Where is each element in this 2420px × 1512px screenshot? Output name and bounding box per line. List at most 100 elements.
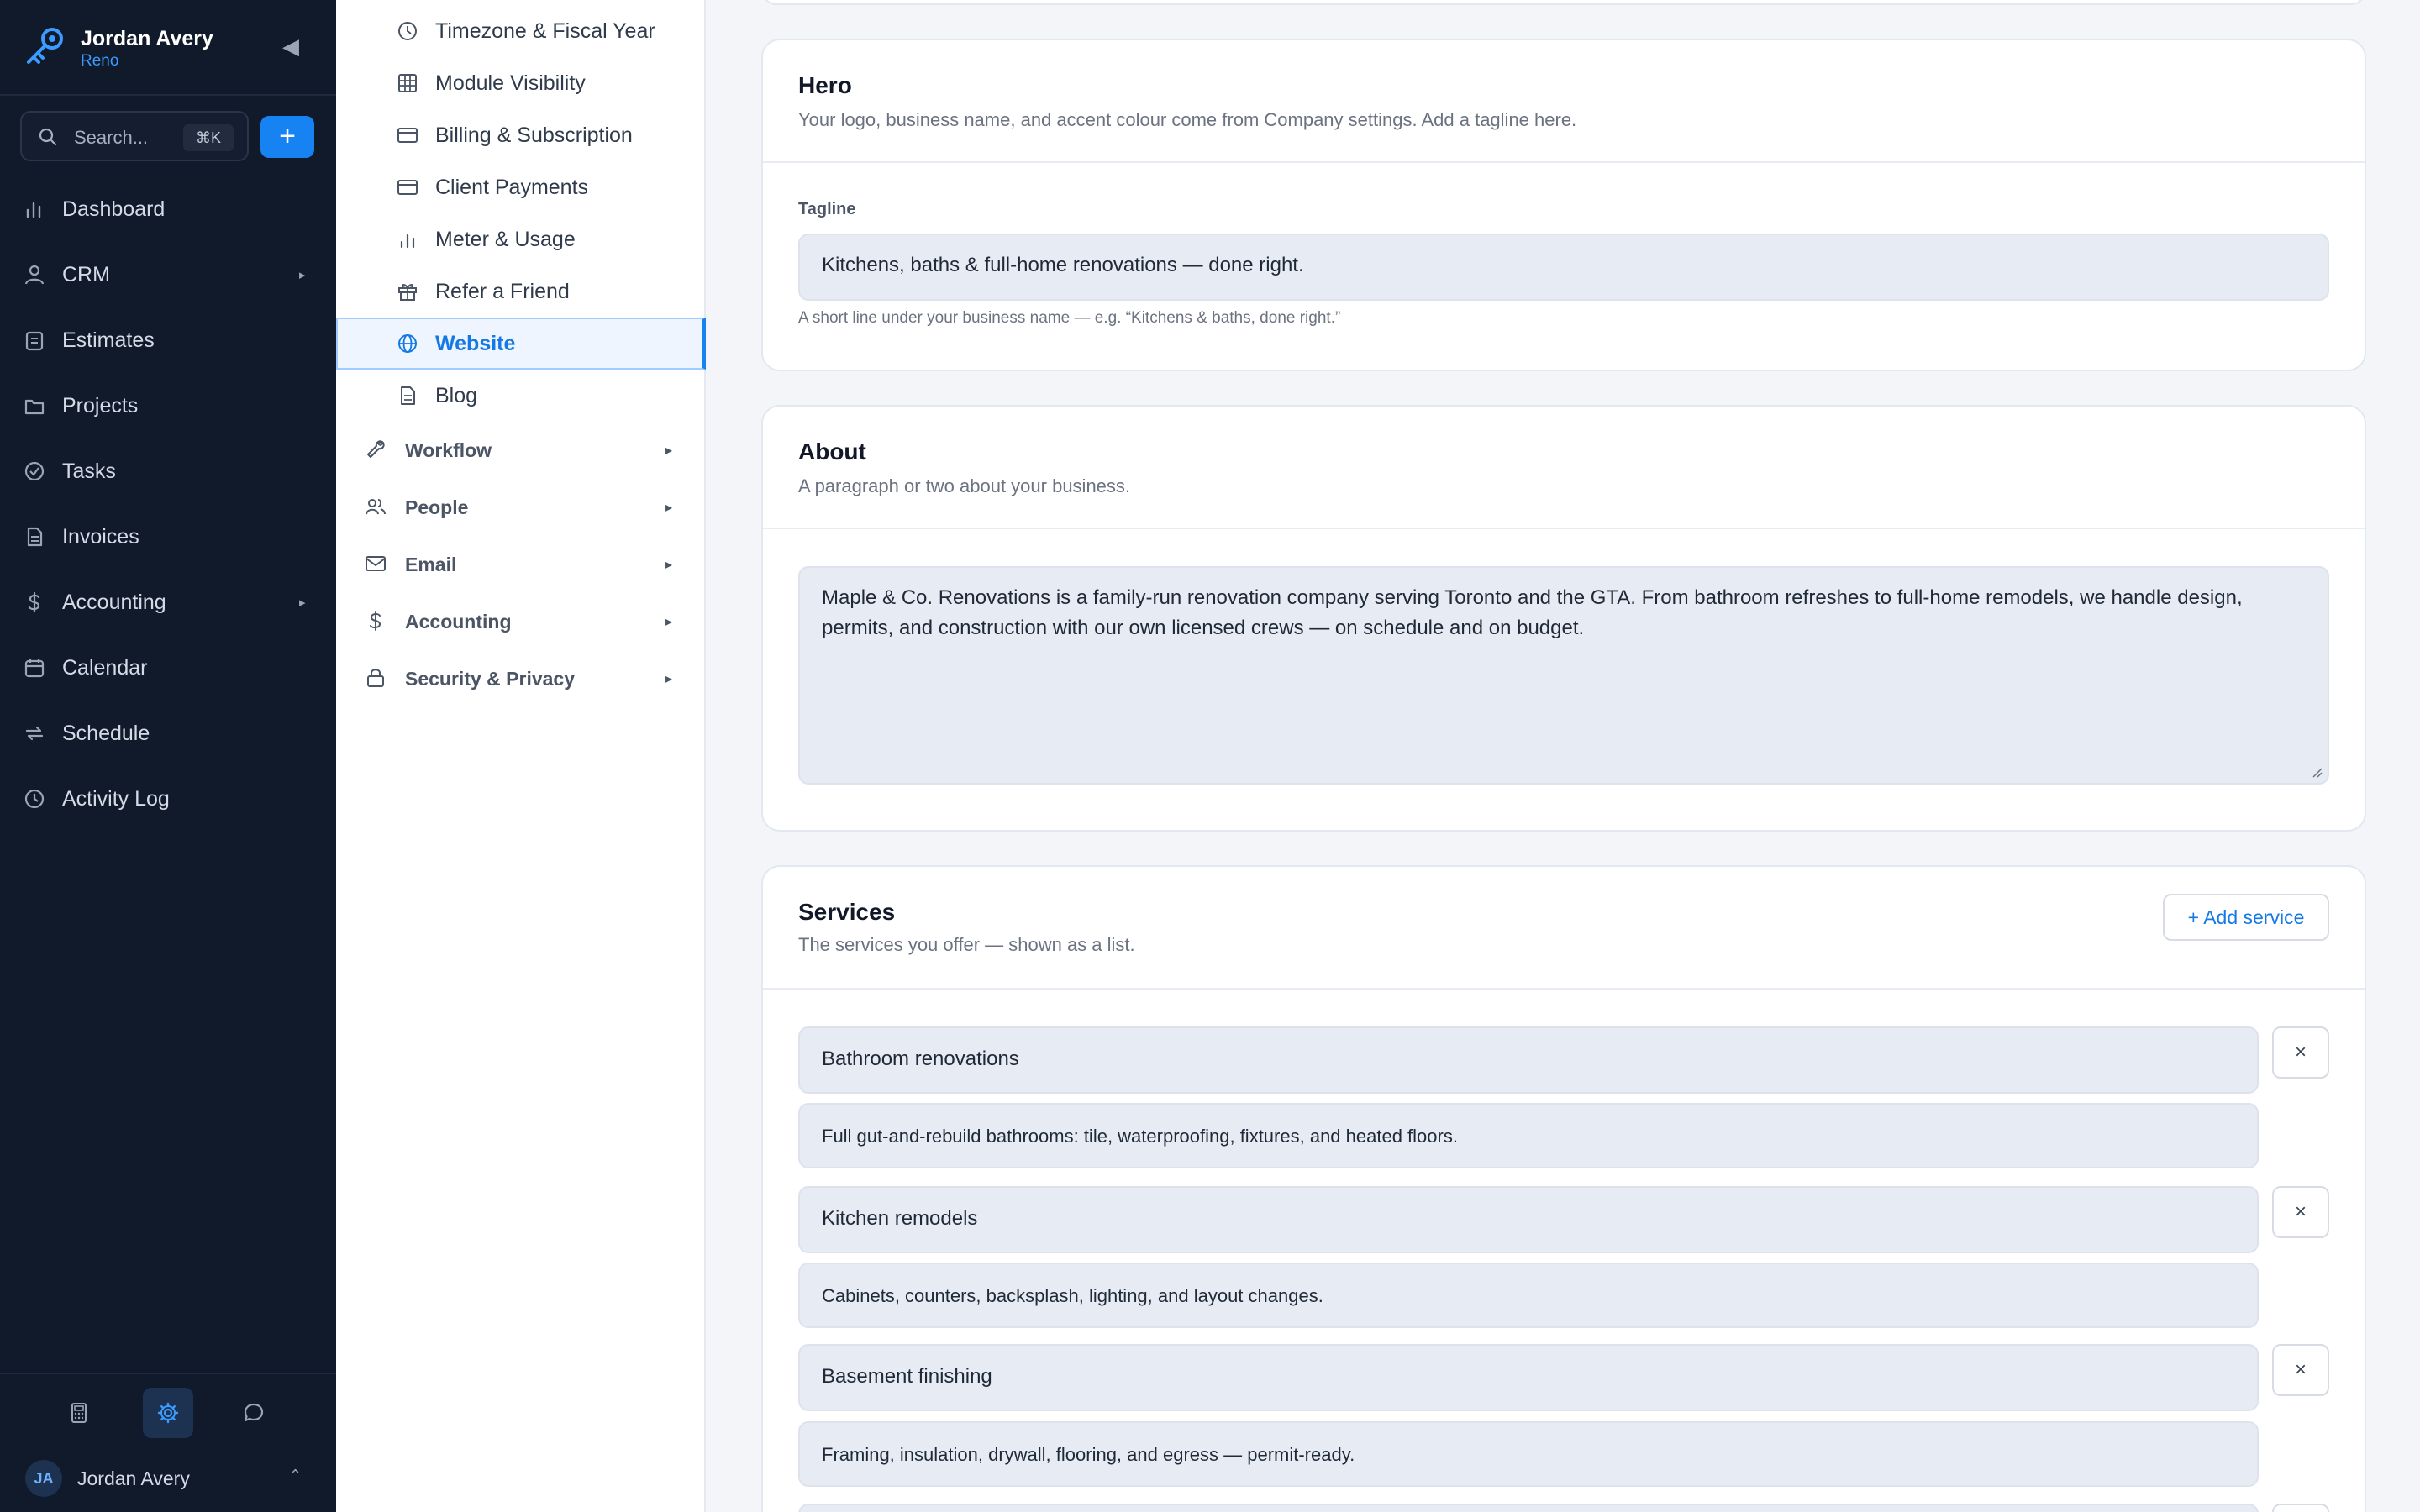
search-placeholder: Search... bbox=[74, 127, 149, 148]
services-title: Services bbox=[798, 899, 896, 925]
subnav-group-people[interactable]: People ▸ bbox=[336, 479, 706, 536]
about-card: About A paragraph or two about your busi… bbox=[761, 405, 2366, 832]
nav-item-crm[interactable]: CRM ▸ bbox=[0, 242, 336, 307]
tagline-value: Kitchens, baths & full-home renovations … bbox=[822, 254, 1304, 276]
service-name-input[interactable]: Basement finishing bbox=[798, 1344, 2259, 1411]
nav-label: Dashboard bbox=[62, 197, 166, 221]
hero-description: Your logo, business name, and accent col… bbox=[798, 109, 1577, 130]
lock-icon bbox=[367, 669, 384, 687]
calculator-button[interactable] bbox=[54, 1388, 104, 1438]
document-icon bbox=[27, 527, 43, 547]
globe-icon bbox=[398, 334, 417, 353]
bar-chart-icon bbox=[26, 202, 41, 218]
subnav-label: Refer a Friend bbox=[435, 280, 570, 303]
service-description-input[interactable]: Full gut-and-rebuild bathrooms: tile, wa… bbox=[798, 1103, 2259, 1168]
subnav-item-client-payments[interactable]: Client Payments bbox=[336, 161, 706, 213]
service-description-input[interactable]: Framing, insulation, drywall, flooring, … bbox=[798, 1421, 2259, 1487]
subnav-item-module-visibility[interactable]: Module Visibility bbox=[336, 57, 706, 109]
subnav-group-accounting[interactable]: Accounting ▸ bbox=[336, 593, 706, 650]
search-shortcut: ⌘K bbox=[183, 124, 234, 151]
settings-subnav: Timezone & Fiscal Year Module Visibility… bbox=[336, 0, 706, 1512]
nav-item-activity-log[interactable]: Activity Log bbox=[0, 766, 336, 832]
about-textarea[interactable]: Maple & Co. Renovations is a family-run … bbox=[798, 566, 2329, 785]
subnav-item-website[interactable]: Website bbox=[336, 318, 706, 370]
nav-item-schedule[interactable]: Schedule bbox=[0, 701, 336, 766]
quick-add-button[interactable]: + bbox=[260, 116, 314, 158]
person-icon bbox=[24, 265, 45, 285]
dollar-icon bbox=[370, 611, 381, 631]
gear-icon bbox=[157, 1402, 179, 1424]
about-value: Maple & Co. Renovations is a family-run … bbox=[822, 586, 2243, 639]
nav-item-dashboard[interactable]: Dashboard bbox=[0, 176, 336, 242]
services-description: The services you offer — shown as a list… bbox=[798, 934, 1135, 955]
nav-label: Schedule bbox=[62, 722, 150, 745]
nav-label: Activity Log bbox=[62, 787, 170, 811]
nav-label: Tasks bbox=[62, 459, 116, 483]
service-name: Bathroom renovations bbox=[822, 1047, 1019, 1070]
tagline-input[interactable]: Kitchens, baths & full-home renovations … bbox=[798, 234, 2329, 301]
nav-item-calendar[interactable]: Calendar bbox=[0, 635, 336, 701]
previous-card bbox=[761, 0, 2366, 5]
service-name: Basement finishing bbox=[822, 1365, 992, 1388]
group-label: Security & Privacy bbox=[405, 668, 576, 690]
subnav-label: Module Visibility bbox=[435, 71, 586, 95]
subnav-item-meter-usage[interactable]: Meter & Usage bbox=[336, 213, 706, 265]
remove-service-button[interactable]: × bbox=[2272, 1344, 2329, 1396]
group-label: Workflow bbox=[405, 439, 492, 461]
collapse-sidebar-icon[interactable]: ◀ bbox=[282, 35, 299, 57]
service-name: Kitchen remodels bbox=[822, 1207, 978, 1230]
settings-button[interactable] bbox=[143, 1388, 193, 1438]
check-circle-icon bbox=[24, 461, 45, 481]
remove-service-button[interactable]: × bbox=[2272, 1186, 2329, 1238]
subnav-label: Billing & Subscription bbox=[435, 123, 633, 147]
expand-caret-icon[interactable]: ▸ bbox=[299, 267, 306, 282]
nav-item-tasks[interactable]: Tasks bbox=[0, 438, 336, 504]
subnav-group-security-privacy[interactable]: Security & Privacy ▸ bbox=[336, 650, 706, 707]
subnav-item-blog[interactable]: Blog bbox=[336, 370, 706, 422]
subnav-group-email[interactable]: Email ▸ bbox=[336, 536, 706, 593]
service-name-input[interactable] bbox=[798, 1504, 2259, 1512]
bar-chart-icon bbox=[400, 234, 415, 249]
subnav-item-timezone[interactable]: Timezone & Fiscal Year bbox=[336, 5, 706, 57]
hero-title: Hero bbox=[798, 72, 852, 98]
chat-button[interactable] bbox=[229, 1388, 279, 1438]
service-description-input[interactable]: Cabinets, counters, backsplash, lighting… bbox=[798, 1263, 2259, 1328]
subnav-label: Timezone & Fiscal Year bbox=[435, 19, 655, 43]
user-menu[interactable]: JA Jordan Avery ⌃ bbox=[25, 1455, 311, 1502]
grid-icon bbox=[398, 74, 417, 92]
expand-caret-icon: ▸ bbox=[666, 444, 673, 458]
services-card: Services The services you offer — shown … bbox=[761, 865, 2366, 1512]
main-sidebar: Jordan Avery Reno ◀ Search... ⌘K + Dashb… bbox=[0, 0, 336, 1512]
document-icon bbox=[401, 386, 415, 405]
add-service-button[interactable]: + Add service bbox=[2163, 894, 2329, 941]
hero-card-header: Hero Your logo, business name, and accen… bbox=[763, 40, 2365, 163]
nav-label: Estimates bbox=[62, 328, 155, 352]
service-description: Full gut-and-rebuild bathrooms: tile, wa… bbox=[822, 1126, 1458, 1147]
service-name-input[interactable]: Bathroom renovations bbox=[798, 1026, 2259, 1094]
subnav-group-workflow[interactable]: Workflow ▸ bbox=[336, 422, 706, 479]
service-name-input[interactable]: Kitchen remodels bbox=[798, 1186, 2259, 1253]
nav-item-accounting[interactable]: Accounting ▸ bbox=[0, 570, 336, 635]
nav-label: Projects bbox=[62, 394, 139, 417]
subnav-item-refer-a-friend[interactable]: Refer a Friend bbox=[336, 265, 706, 318]
tagline-label: Tagline bbox=[798, 200, 856, 218]
expand-caret-icon[interactable]: ▸ bbox=[299, 595, 306, 610]
nav-item-invoices[interactable]: Invoices bbox=[0, 504, 336, 570]
group-label: Email bbox=[405, 554, 457, 575]
service-description: Cabinets, counters, backsplash, lighting… bbox=[822, 1285, 1323, 1306]
repeat-icon bbox=[25, 726, 44, 741]
calculator-icon bbox=[71, 1403, 87, 1423]
workspace-header[interactable]: Jordan Avery Reno ◀ bbox=[0, 0, 336, 96]
search-input[interactable]: Search... ⌘K bbox=[20, 111, 249, 161]
subnav-label: Blog bbox=[435, 384, 478, 407]
wrench-icon bbox=[367, 440, 385, 458]
nav-item-estimates[interactable]: Estimates bbox=[0, 307, 336, 373]
nav-item-projects[interactable]: Projects bbox=[0, 373, 336, 438]
group-label: Accounting bbox=[405, 611, 512, 633]
remove-service-button[interactable]: × bbox=[2272, 1026, 2329, 1079]
resize-grip-icon[interactable] bbox=[2311, 766, 2323, 778]
expand-caret-icon: ▸ bbox=[666, 558, 673, 572]
tagline-hint: A short line under your business name — … bbox=[798, 309, 1341, 327]
subnav-item-billing[interactable]: Billing & Subscription bbox=[336, 109, 706, 161]
remove-service-button[interactable] bbox=[2272, 1504, 2329, 1512]
